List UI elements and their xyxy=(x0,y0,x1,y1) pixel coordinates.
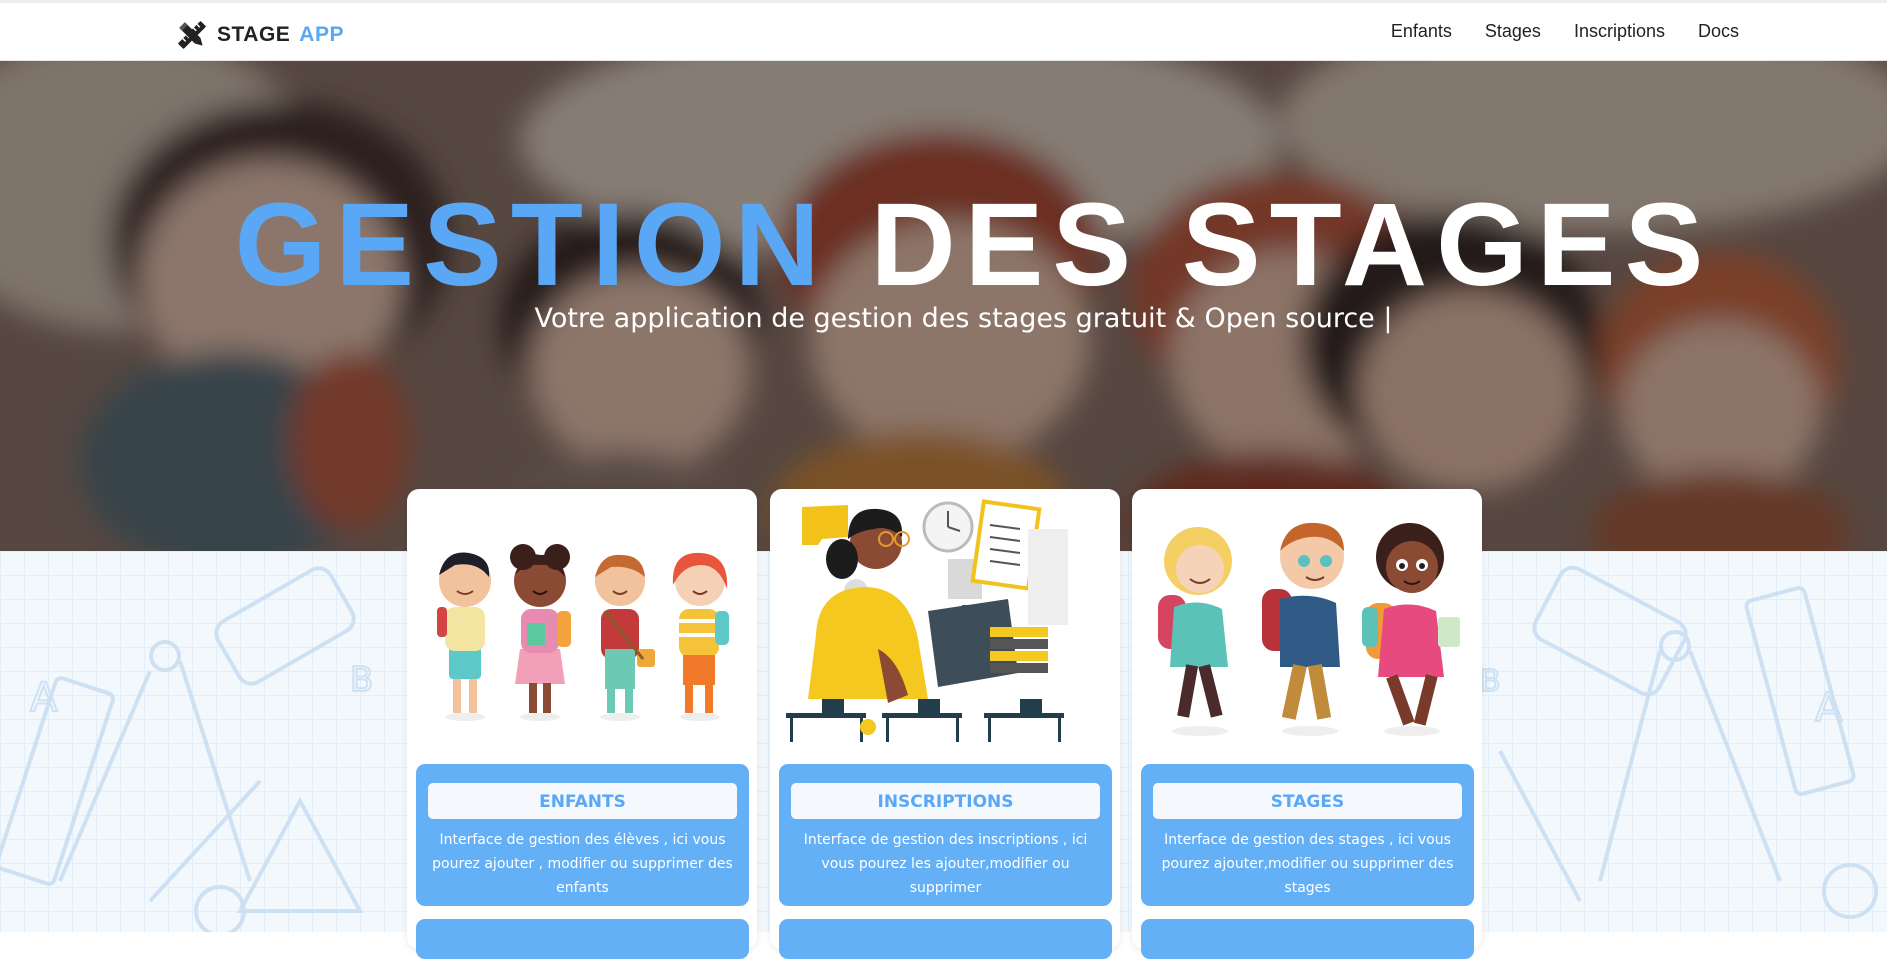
card-stages-panel: STAGES Interface de gestion des stages ,… xyxy=(1141,764,1474,906)
card-stages: STAGES Interface de gestion des stages ,… xyxy=(1132,489,1482,959)
navbar: STAGE APP Enfants Stages Inscriptions Do… xyxy=(0,0,1887,61)
hero-title-blue: GESTION xyxy=(234,179,829,311)
hero-title-white: DES STAGES xyxy=(870,179,1713,311)
children-illustration xyxy=(415,499,749,744)
nav-link-enfants[interactable]: Enfants xyxy=(1391,21,1452,42)
card-enfants-secondary-panel xyxy=(416,919,749,959)
nav-link-stages[interactable]: Stages xyxy=(1485,21,1541,42)
brand-app-text: APP xyxy=(299,23,344,46)
svg-text:B: B xyxy=(1480,664,1501,699)
card-inscriptions: INSCRIPTIONS Interface de gestion des in… xyxy=(770,489,1120,959)
running-children-illustration xyxy=(1140,499,1474,744)
brand-stage-text: STAGE xyxy=(217,23,291,46)
svg-text:B: B xyxy=(350,660,373,700)
registration-illustration xyxy=(778,499,1112,744)
card-stages-secondary-panel xyxy=(1141,919,1474,959)
inscriptions-button[interactable]: INSCRIPTIONS xyxy=(791,783,1100,819)
brand-logo-link[interactable]: STAGE APP xyxy=(175,18,344,52)
card-enfants-panel: ENFANTS Interface de gestion des élèves … xyxy=(416,764,749,906)
pencil-ruler-logo-icon xyxy=(178,21,206,49)
card-inscriptions-panel: INSCRIPTIONS Interface de gestion des in… xyxy=(779,764,1112,906)
card-enfants: ENFANTS Interface de gestion des élèves … xyxy=(407,489,757,959)
card-stages-description: Interface de gestion des stages , ici vo… xyxy=(1161,832,1454,896)
hero-subtitle: Votre application de gestion des stages … xyxy=(534,303,1393,334)
nav-links: Enfants Stages Inscriptions Docs xyxy=(1391,21,1739,42)
svg-text:A: A xyxy=(30,675,58,721)
enfants-button[interactable]: ENFANTS xyxy=(428,783,737,819)
stages-button[interactable]: STAGES xyxy=(1153,783,1462,819)
hero-banner: GESTION DES STAGES Votre application de … xyxy=(0,61,1887,551)
card-inscriptions-secondary-panel xyxy=(779,919,1112,959)
hero-title: GESTION DES STAGES xyxy=(0,186,1887,304)
nav-link-docs[interactable]: Docs xyxy=(1698,21,1739,42)
card-enfants-description: Interface de gestion des élèves , ici vo… xyxy=(432,832,733,896)
nav-link-inscriptions[interactable]: Inscriptions xyxy=(1574,21,1665,42)
card-inscriptions-description: Interface de gestion des inscriptions , … xyxy=(803,832,1088,896)
